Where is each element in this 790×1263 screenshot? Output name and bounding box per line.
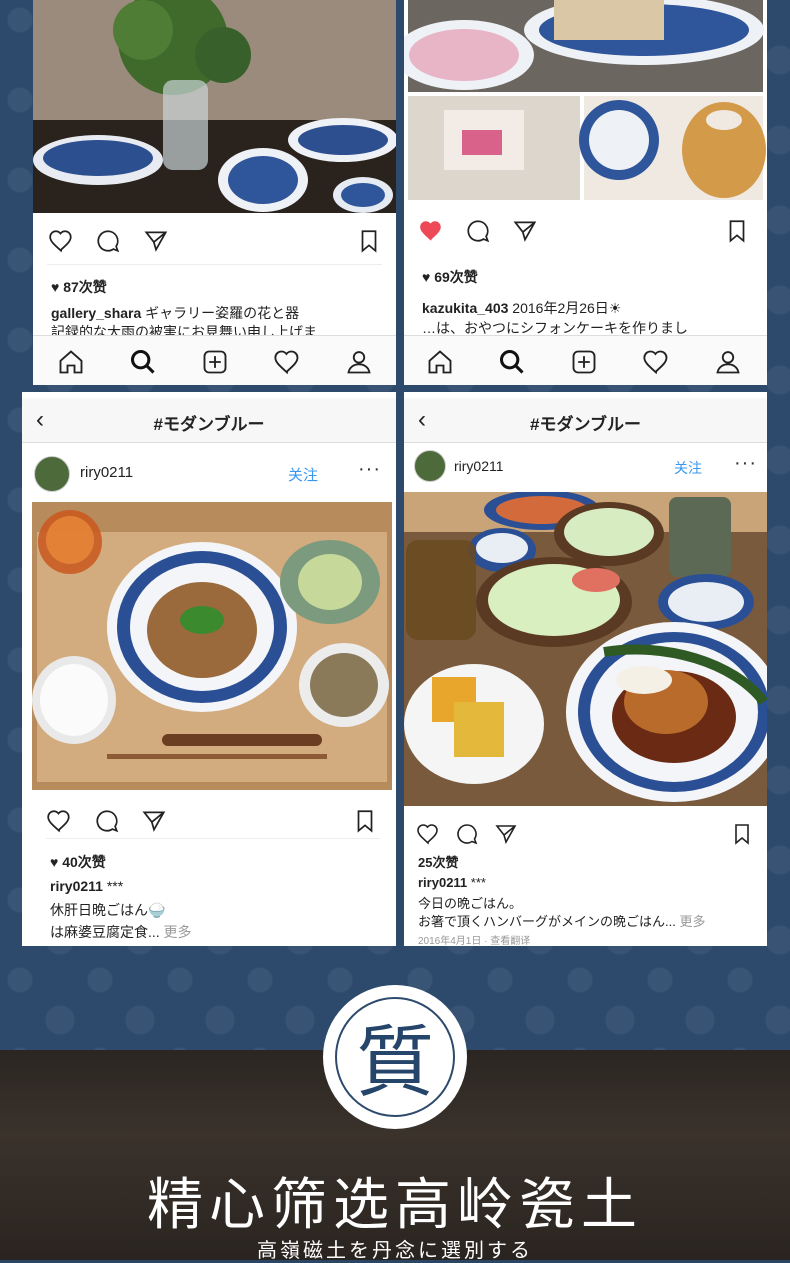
caption-username[interactable]: gallery_shara (51, 305, 141, 321)
post-card-riry-mapo: ‹ #モダンブルー riry0211 关注 ··· ♥ 40次赞 riry021… (22, 392, 396, 946)
more-link[interactable]: 更多 (676, 914, 705, 929)
more-options-icon[interactable]: ··· (358, 458, 381, 481)
heart-icon[interactable] (48, 228, 74, 254)
share-icon[interactable] (143, 228, 169, 254)
search-icon[interactable] (498, 348, 526, 376)
divider (47, 264, 382, 265)
add-post-icon[interactable] (570, 348, 598, 376)
action-bar (404, 210, 767, 250)
caption-line-1: kazukita_403 2016年2月26日☀ (422, 298, 621, 318)
caption-text: お箸で頂くハンバーグがメインの晩ごはん... (418, 914, 676, 929)
like-count[interactable]: ♥ 40次赞 (50, 852, 106, 872)
heart-filled-icon[interactable] (418, 218, 444, 244)
divider (46, 838, 380, 839)
post-photo-collage[interactable] (404, 0, 767, 200)
heart-icon[interactable] (416, 822, 440, 846)
post-photo[interactable] (32, 502, 392, 790)
footer-subline: 高嶺磁土を丹念に選別する (257, 1238, 533, 1262)
activity-heart-icon[interactable] (273, 348, 301, 376)
caption-username[interactable]: riry0211 (418, 875, 467, 890)
hashtag-title: #モダンブルー (530, 415, 641, 434)
hashtag-nav-bar: ‹ #モダンブルー (22, 398, 396, 443)
like-count[interactable]: ♥ 69次赞 (422, 267, 478, 287)
caption-tail: *** (467, 875, 486, 890)
bookmark-icon[interactable] (724, 218, 750, 244)
profile-icon[interactable] (345, 348, 373, 376)
caption-text: は麻婆豆腐定食... (50, 924, 160, 940)
comment-icon[interactable] (465, 218, 491, 244)
like-count-text: 40次赞 (62, 854, 106, 870)
heart-icon[interactable] (46, 808, 72, 834)
caption-line-1: gallery_shara ギャラリー姿羅の花と器 (51, 303, 299, 323)
more-link[interactable]: 更多 (160, 924, 192, 940)
caption-username[interactable]: kazukita_403 (422, 300, 508, 316)
share-icon[interactable] (141, 808, 167, 834)
search-icon[interactable] (129, 348, 157, 376)
hashtag-title: #モダンブルー (153, 415, 265, 434)
avatar[interactable] (34, 456, 70, 492)
bottom-tab-bar (404, 335, 767, 385)
caption-text: ギャラリー姿羅の花と器 (141, 305, 300, 321)
caption-tail: *** (102, 878, 124, 894)
caption-line-3: は麻婆豆腐定食... 更多 (50, 922, 192, 942)
like-count[interactable]: ♥ 87次赞 (51, 277, 107, 297)
username[interactable]: riry0211 (454, 458, 504, 474)
share-icon[interactable] (512, 218, 538, 244)
post-photo[interactable] (33, 0, 396, 213)
username[interactable]: riry0211 (80, 464, 133, 481)
post-card-riry-hamburg: ‹ #モダンブルー riry0211 关注 ··· 25次赞 riry0211 … (404, 392, 767, 946)
profile-icon[interactable] (714, 348, 742, 376)
follow-button[interactable]: 关注 (288, 464, 318, 485)
like-count-text: 87次赞 (63, 279, 107, 295)
like-count-text: 25次赞 (418, 855, 459, 870)
post-card-gallery: ♥ 87次赞 gallery_shara ギャラリー姿羅の花と器 記録的な大雨の… (33, 0, 396, 385)
caption-line-1: riry0211 *** (418, 875, 486, 890)
action-bar (33, 220, 396, 260)
follow-button[interactable]: 关注 (674, 458, 702, 478)
caption-username[interactable]: riry0211 (50, 878, 103, 894)
home-icon[interactable] (57, 348, 85, 376)
caption-line-2: 今日の晩ごはん。 (418, 896, 523, 911)
post-photo[interactable] (404, 492, 767, 806)
like-count[interactable]: 25次赞 (418, 852, 458, 871)
post-meta[interactable]: 2016年4月1日 · 查看翻译 (418, 932, 530, 946)
share-icon[interactable] (494, 822, 518, 846)
comment-icon[interactable] (455, 822, 479, 846)
bookmark-icon[interactable] (356, 228, 382, 254)
home-icon[interactable] (426, 348, 454, 376)
avatar[interactable] (414, 450, 446, 482)
bookmark-icon[interactable] (730, 822, 754, 846)
more-options-icon[interactable]: ··· (734, 452, 757, 475)
post-card-kazukita: ♥ 69次赞 kazukita_403 2016年2月26日☀ …は、おやつにシ… (404, 0, 767, 385)
action-bar (404, 814, 767, 854)
bookmark-icon[interactable] (352, 808, 378, 834)
hashtag-nav-bar: ‹ #モダンブルー (404, 398, 767, 443)
caption-text: 2016年2月26日☀ (508, 300, 622, 316)
seal-character: 質 (355, 1018, 434, 1108)
like-count-text: 69次赞 (434, 269, 478, 285)
footer-headline: 精心筛选高岭瓷土 (147, 1173, 643, 1238)
bottom-tab-bar (33, 335, 396, 385)
caption-line-2: 休肝日晩ごはん🍚 (50, 902, 166, 918)
post-header: riry0211 关注 ··· (404, 442, 767, 498)
action-bar (22, 800, 396, 840)
post-header: riry0211 关注 ··· (22, 444, 396, 500)
comment-icon[interactable] (95, 228, 121, 254)
activity-heart-icon[interactable] (642, 348, 670, 376)
caption-line-3: お箸で頂くハンバーグがメインの晩ごはん... 更多 (418, 911, 705, 930)
comment-icon[interactable] (94, 808, 120, 834)
caption-line-1: riry0211 *** (50, 878, 123, 894)
add-post-icon[interactable] (201, 348, 229, 376)
